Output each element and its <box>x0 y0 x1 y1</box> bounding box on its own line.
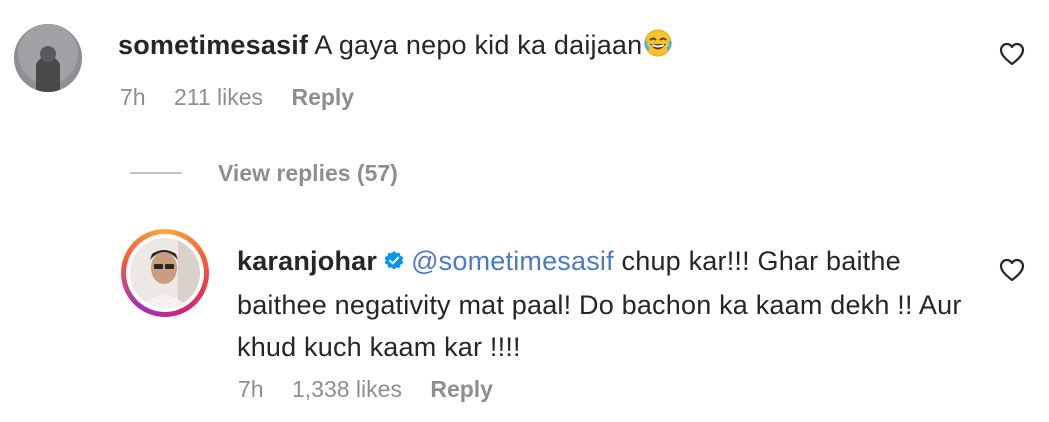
laughing-emoji-icon <box>644 29 673 65</box>
mention-link[interactable]: @sometimesasif <box>411 246 614 276</box>
comment-likes[interactable]: 211 likes <box>174 84 263 110</box>
reply-button[interactable]: Reply <box>430 376 493 402</box>
view-replies-button[interactable]: View replies (57) <box>130 158 398 188</box>
view-replies-label: View replies (57) <box>218 160 398 186</box>
avatar[interactable] <box>14 24 82 92</box>
like-heart-icon[interactable] <box>999 42 1025 66</box>
divider-line <box>130 172 182 174</box>
comment-meta: 7h 211 likes Reply <box>120 82 376 112</box>
like-heart-icon[interactable] <box>999 258 1025 282</box>
comment-username[interactable]: sometimesasif <box>118 30 308 60</box>
comment-text: A gaya nepo kid ka daijaan <box>314 30 643 60</box>
comment-meta: 7h 1,338 likes Reply <box>238 374 515 404</box>
comment-username[interactable]: karanjohar <box>237 246 377 276</box>
comment-time: 7h <box>120 84 146 110</box>
avatar <box>130 238 200 308</box>
comment-body: sometimesasif A gaya nepo kid ka daijaan <box>118 28 673 65</box>
reply-button[interactable]: Reply <box>291 84 354 110</box>
avatar-with-story-ring[interactable] <box>121 229 209 317</box>
verified-badge-icon <box>383 242 405 284</box>
reply-comment-body: karanjohar @sometimesasif chup kar!!! Gh… <box>237 240 977 368</box>
comment-sometimesasif: sometimesasif A gaya nepo kid ka daijaan… <box>0 0 1049 130</box>
comment-likes[interactable]: 1,338 likes <box>292 376 402 402</box>
comment-time: 7h <box>238 376 264 402</box>
